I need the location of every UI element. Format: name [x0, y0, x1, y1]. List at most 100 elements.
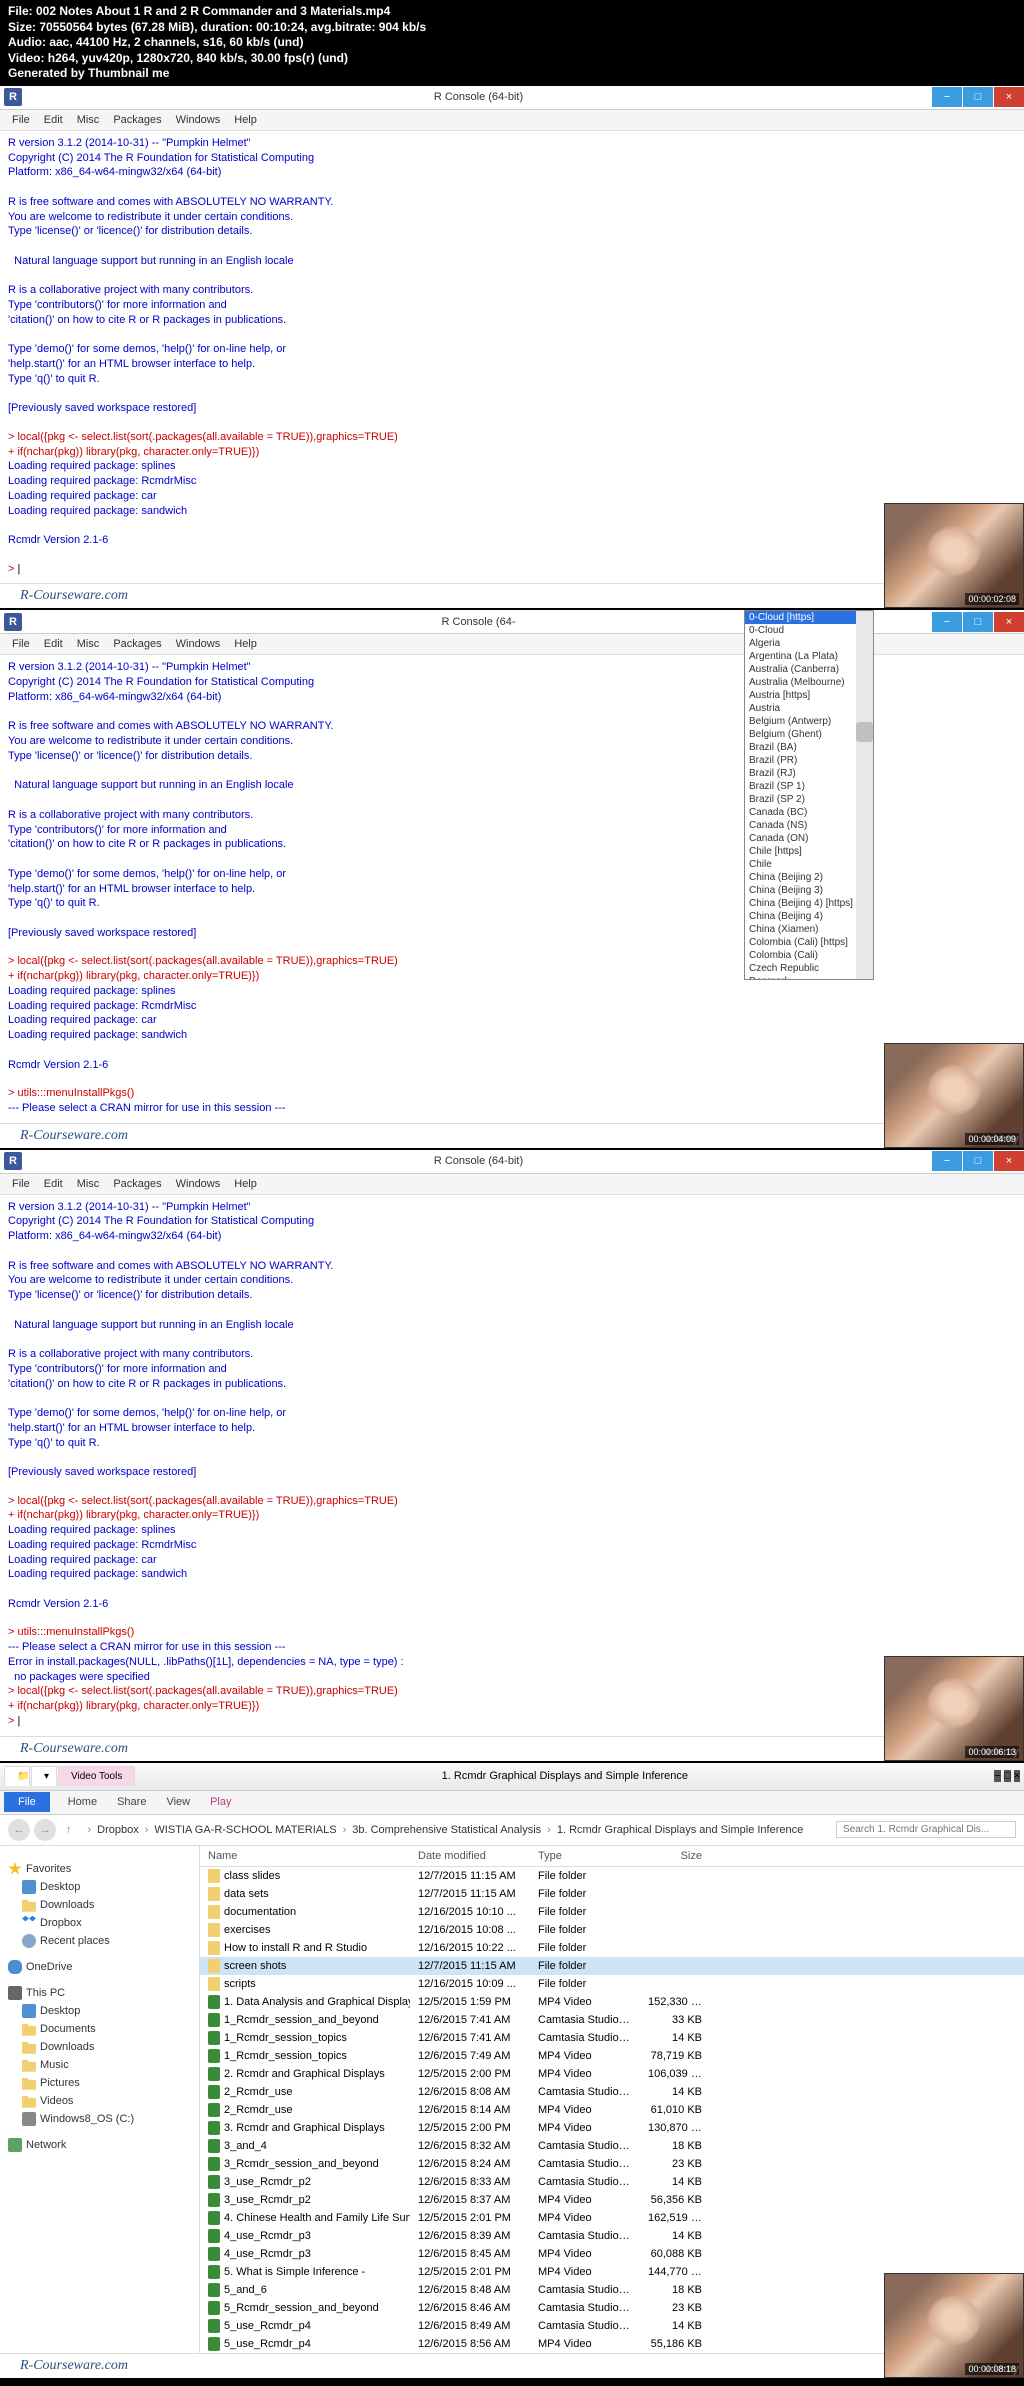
cran-mirror-item[interactable]: Canada (NS) [745, 819, 873, 832]
tree-videos[interactable]: Videos [4, 2092, 195, 2110]
file-row[interactable]: 2. Rcmdr and Graphical Displays12/5/2015… [200, 2065, 1024, 2083]
maximize-button[interactable]: □ [1004, 1770, 1011, 1782]
file-row[interactable]: exercises12/16/2015 10:08 ...File folder [200, 1921, 1024, 1939]
cran-mirror-item[interactable]: Argentina (La Plata) [745, 650, 873, 663]
file-row[interactable]: 3_use_Rcmdr_p212/6/2015 8:37 AMMP4 Video… [200, 2191, 1024, 2209]
close-button[interactable]: × [994, 87, 1024, 107]
cran-mirror-item[interactable]: Colombia (Cali) [https] [745, 936, 873, 949]
cran-mirror-item[interactable]: China (Beijing 4) [https] [745, 897, 873, 910]
col-date[interactable]: Date modified [410, 1846, 530, 1866]
crumb-wistia[interactable]: WISTIA GA-R-SCHOOL MATERIALS [154, 1824, 336, 1836]
file-row[interactable]: scripts12/16/2015 10:09 ...File folder [200, 1975, 1024, 1993]
tree-music[interactable]: Music [4, 2056, 195, 2074]
crumb-dropbox[interactable]: Dropbox [97, 1824, 139, 1836]
minimize-button[interactable]: − [932, 612, 962, 632]
menu-edit[interactable]: Edit [38, 1176, 69, 1192]
cran-mirror-item[interactable]: Colombia (Cali) [745, 949, 873, 962]
tree-pictures[interactable]: Pictures [4, 2074, 195, 2092]
file-row[interactable]: class slides12/7/2015 11:15 AMFile folde… [200, 1867, 1024, 1885]
cran-mirror-item[interactable]: Chile [745, 858, 873, 871]
file-row[interactable]: 4_use_Rcmdr_p312/6/2015 8:45 AMMP4 Video… [200, 2245, 1024, 2263]
scrollbar[interactable] [856, 611, 873, 979]
file-row[interactable]: data sets12/7/2015 11:15 AMFile folder [200, 1885, 1024, 1903]
cran-mirror-item[interactable]: China (Beijing 2) [745, 871, 873, 884]
menu-edit[interactable]: Edit [38, 636, 69, 652]
maximize-button[interactable]: □ [963, 1151, 993, 1171]
cran-mirror-item[interactable]: China (Xiamen) [745, 923, 873, 936]
network-header[interactable]: Network [4, 2136, 195, 2154]
cran-mirror-item[interactable]: Brazil (RJ) [745, 767, 873, 780]
dropdown-icon[interactable]: ▾ [31, 1766, 57, 1786]
cran-mirror-item[interactable]: Brazil (PR) [745, 754, 873, 767]
file-row[interactable]: 3_and_412/6/2015 8:32 AMCamtasia Studio … [200, 2137, 1024, 2155]
search-input[interactable] [836, 1821, 1016, 1838]
file-row[interactable]: How to install R and R Studio12/16/2015 … [200, 1939, 1024, 1957]
ribbon-view[interactable]: View [156, 1794, 200, 1810]
footer-link[interactable]: R-Courseware.com [0, 583, 1024, 608]
cran-mirror-item[interactable]: Algeria [745, 637, 873, 650]
menu-edit[interactable]: Edit [38, 112, 69, 128]
menu-help[interactable]: Help [228, 1176, 263, 1192]
console-output[interactable]: R version 3.1.2 (2014-10-31) -- "Pumpkin… [0, 131, 1024, 584]
file-row[interactable]: 1_Rcmdr_session_topics12/6/2015 7:49 AMM… [200, 2047, 1024, 2065]
cran-mirror-item[interactable]: Australia (Melbourne) [745, 676, 873, 689]
ribbon-home[interactable]: Home [58, 1794, 107, 1810]
back-button[interactable]: ← [8, 1819, 30, 1841]
minimize-button[interactable]: − [932, 1151, 962, 1171]
favorites-header[interactable]: Favorites [4, 1860, 195, 1878]
menu-misc[interactable]: Misc [71, 636, 106, 652]
file-row[interactable]: 1_Rcmdr_session_topics12/6/2015 7:41 AMC… [200, 2029, 1024, 2047]
cran-mirror-item[interactable]: Canada (ON) [745, 832, 873, 845]
close-button[interactable]: × [994, 1151, 1024, 1171]
menu-file[interactable]: File [6, 636, 36, 652]
tree-windows8_os--c--[interactable]: Windows8_OS (C:) [4, 2110, 195, 2128]
file-row[interactable]: 2_Rcmdr_use12/6/2015 8:08 AMCamtasia Stu… [200, 2083, 1024, 2101]
cran-mirror-item[interactable]: Canada (BC) [745, 806, 873, 819]
menu-packages[interactable]: Packages [107, 1176, 167, 1192]
tree-desktop[interactable]: Desktop [4, 1878, 195, 1896]
cran-mirror-item[interactable]: Austria [745, 702, 873, 715]
cran-mirror-item[interactable]: Czech Republic [745, 962, 873, 975]
cran-mirror-item[interactable]: China (Beijing 4) [745, 910, 873, 923]
footer-link[interactable]: R-Courseware.com [0, 2353, 1024, 2378]
file-menu[interactable]: File [4, 1792, 50, 1812]
menu-file[interactable]: File [6, 112, 36, 128]
file-row[interactable]: 4_use_Rcmdr_p312/6/2015 8:39 AMCamtasia … [200, 2227, 1024, 2245]
cran-mirror-item[interactable]: Brazil (SP 1) [745, 780, 873, 793]
cran-mirror-item[interactable]: Belgium (Ghent) [745, 728, 873, 741]
cran-mirror-item[interactable]: Australia (Canberra) [745, 663, 873, 676]
close-button[interactable]: × [1014, 1770, 1020, 1782]
tree-downloads[interactable]: Downloads [4, 1896, 195, 1914]
menu-misc[interactable]: Misc [71, 112, 106, 128]
tree-dropbox[interactable]: Dropbox [4, 1914, 195, 1932]
col-size[interactable]: Size [640, 1846, 710, 1866]
forward-button[interactable]: → [34, 1819, 56, 1841]
tree-documents[interactable]: Documents [4, 2020, 195, 2038]
col-type[interactable]: Type [530, 1846, 640, 1866]
crumb-current[interactable]: 1. Rcmdr Graphical Displays and Simple I… [557, 1824, 803, 1836]
menu-help[interactable]: Help [228, 636, 263, 652]
maximize-button[interactable]: □ [963, 87, 993, 107]
cran-mirror-item[interactable]: 0-Cloud [https] [745, 611, 873, 624]
up-button[interactable]: ↑ [60, 1824, 78, 1836]
menu-help[interactable]: Help [228, 112, 263, 128]
scroll-thumb[interactable] [856, 722, 873, 742]
crumb-analysis[interactable]: 3b. Comprehensive Statistical Analysis [352, 1824, 541, 1836]
column-headers[interactable]: Name Date modified Type Size [200, 1846, 1024, 1867]
file-row[interactable]: 1. Data Analysis and Graphical Displays1… [200, 1993, 1024, 2011]
console-output[interactable]: R version 3.1.2 (2014-10-31) -- "Pumpkin… [0, 1195, 1024, 1736]
tree-downloads[interactable]: Downloads [4, 2038, 195, 2056]
file-row[interactable]: 4. Chinese Health and Family Life Survey… [200, 2209, 1024, 2227]
menu-packages[interactable]: Packages [107, 636, 167, 652]
minimize-button[interactable]: − [994, 1770, 1000, 1782]
menu-packages[interactable]: Packages [107, 112, 167, 128]
close-button[interactable]: × [994, 612, 1024, 632]
menu-windows[interactable]: Windows [170, 1176, 227, 1192]
menu-misc[interactable]: Misc [71, 1176, 106, 1192]
cran-mirror-item[interactable]: Chile [https] [745, 845, 873, 858]
cran-mirror-item[interactable]: Austria [https] [745, 689, 873, 702]
ribbon-share[interactable]: Share [107, 1794, 156, 1810]
explorer-icon[interactable]: 📁 [4, 1766, 30, 1786]
file-row[interactable]: 3_Rcmdr_session_and_beyond12/6/2015 8:24… [200, 2155, 1024, 2173]
col-name[interactable]: Name [200, 1846, 410, 1866]
